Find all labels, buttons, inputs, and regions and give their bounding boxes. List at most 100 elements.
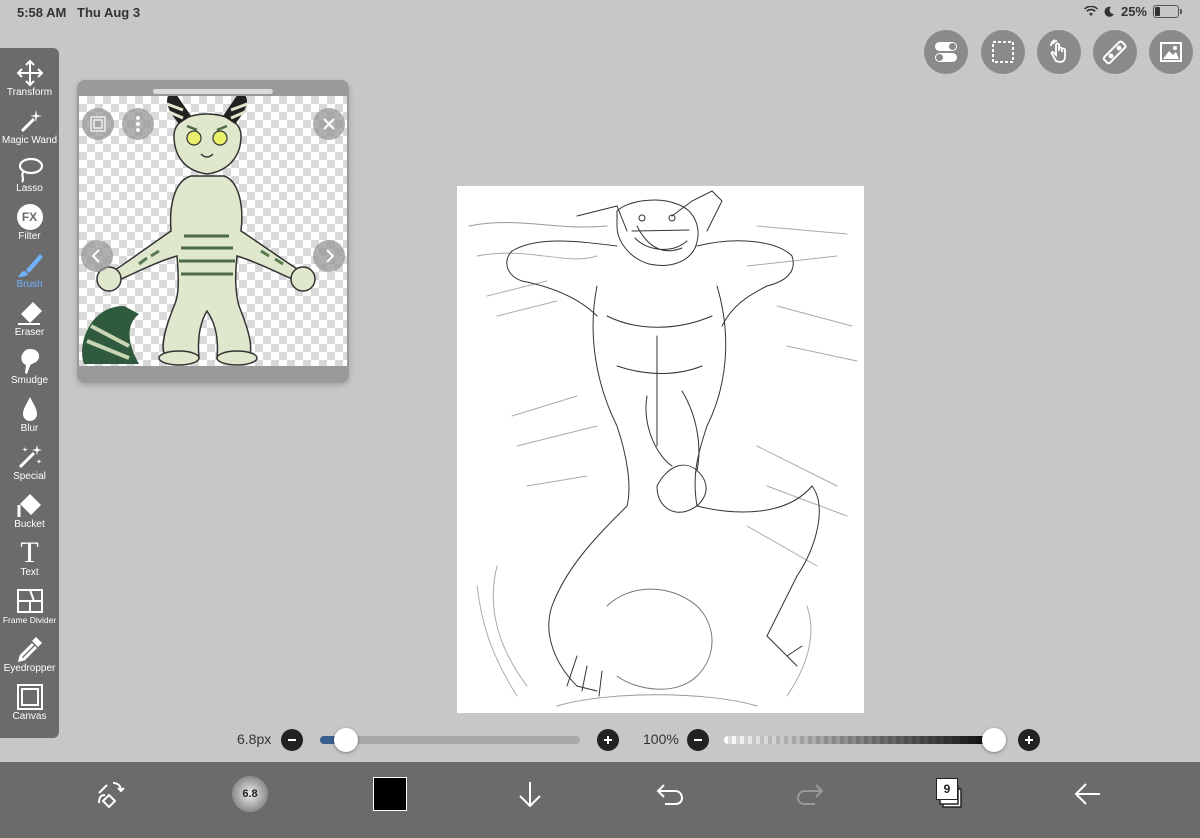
tool-lasso[interactable]: Lasso — [0, 154, 59, 202]
tool-label: Blur — [20, 423, 39, 434]
tool-special[interactable]: Special — [0, 442, 59, 490]
color-picker-button[interactable] — [368, 774, 412, 814]
bucket-icon — [15, 490, 45, 520]
reference-drag-handle[interactable] — [153, 89, 273, 94]
moon-icon — [1104, 6, 1114, 17]
tool-label: Eraser — [14, 327, 45, 338]
status-time: 5:58 AM — [17, 5, 67, 20]
text-icon: T — [20, 536, 39, 569]
tool-label: Frame Divider — [2, 615, 57, 625]
opacity-slider-thumb[interactable] — [982, 728, 1006, 752]
chevron-right-icon — [326, 249, 335, 263]
brush-size-increase-button[interactable] — [597, 729, 619, 751]
tool-frame-divider[interactable]: Frame Divider — [0, 586, 59, 634]
blur-drop-icon — [15, 394, 45, 424]
reference-prev-button[interactable] — [81, 240, 113, 272]
brush-thumbnail: 6.8 — [232, 776, 268, 812]
eraser-icon — [15, 298, 45, 328]
fx-icon: FX — [15, 202, 45, 232]
redo-icon — [796, 784, 824, 805]
tool-label: Canvas — [12, 711, 47, 722]
smudge-icon — [15, 346, 45, 376]
reference-close-button[interactable] — [313, 108, 345, 140]
canvas-icon — [15, 682, 45, 712]
color-swatch — [373, 777, 407, 811]
tool-filter[interactable]: FX Filter — [0, 202, 59, 250]
brush-icon — [15, 250, 45, 280]
tool-bucket[interactable]: Bucket — [0, 490, 59, 538]
ruler-icon — [1102, 40, 1127, 65]
magic-wand-icon — [15, 106, 45, 136]
minus-icon — [694, 739, 702, 741]
close-icon — [323, 118, 335, 130]
reference-menu-button[interactable] — [122, 108, 154, 140]
tool-label: Lasso — [16, 183, 43, 194]
brush-size-slider-thumb[interactable] — [334, 728, 358, 752]
arrow-down-icon — [519, 782, 541, 808]
reference-fit-button[interactable] — [82, 108, 114, 140]
tool-magic-wand[interactable]: Magic Wand — [0, 106, 59, 154]
tool-label: Brush — [16, 279, 43, 290]
lasso-icon — [15, 154, 45, 184]
tool-label: Eyedropper — [3, 663, 56, 674]
battery-icon — [1153, 5, 1179, 18]
tool-label: Smudge — [10, 375, 49, 386]
opacity-decrease-button[interactable] — [687, 729, 709, 751]
opacity-value: 100% — [643, 731, 679, 747]
gallery-button[interactable] — [1149, 30, 1193, 74]
bottom-toolbar: 6.8 — [0, 762, 1200, 838]
more-vertical-icon — [136, 116, 140, 132]
reference-window[interactable] — [77, 80, 349, 383]
chevron-left-icon — [91, 249, 100, 263]
minus-icon — [288, 739, 296, 741]
tool-transform[interactable]: Transform — [0, 58, 59, 106]
brush-eraser-switch-icon — [98, 782, 125, 809]
opacity-increase-button[interactable] — [1018, 729, 1040, 751]
tool-canvas[interactable]: Canvas — [0, 682, 59, 730]
plus-icon — [604, 736, 612, 744]
special-wand-icon — [15, 442, 45, 472]
opacity-track[interactable] — [724, 736, 1006, 744]
frame-divider-icon — [15, 586, 45, 616]
status-date: Thu Aug 3 — [77, 5, 141, 20]
sketch-artwork — [468, 190, 858, 707]
move-arrows-icon — [15, 58, 45, 88]
brush-size-track[interactable] — [320, 736, 580, 744]
layer-count-badge: 9 — [936, 778, 958, 800]
undo-icon — [656, 784, 684, 805]
reference-next-button[interactable] — [313, 240, 345, 272]
tool-brush[interactable]: Brush — [0, 250, 59, 298]
tool-smudge[interactable]: Smudge — [0, 346, 59, 394]
arrow-left-icon — [1074, 783, 1100, 805]
toggle-settings-button[interactable] — [924, 30, 968, 74]
brush-size-decrease-button[interactable] — [281, 729, 303, 751]
tool-label: Magic Wand — [1, 135, 58, 146]
selection-button[interactable] — [981, 30, 1025, 74]
tool-text[interactable]: T Text — [0, 538, 59, 586]
battery-percent: 25% — [1120, 4, 1147, 19]
touch-action-button[interactable] — [1037, 30, 1081, 74]
tool-label: Special — [13, 471, 46, 482]
wifi-icon — [1084, 6, 1098, 16]
status-bar: 5:58 AM Thu Aug 3 25% — [0, 0, 1200, 24]
undo-button[interactable] — [648, 774, 692, 814]
status-right: 25% — [1084, 4, 1182, 19]
tool-blur[interactable]: Blur — [0, 394, 59, 442]
plus-icon — [1025, 736, 1033, 744]
toggle-icon — [935, 42, 957, 62]
back-button[interactable] — [1066, 774, 1110, 814]
touch-hand-icon — [1050, 39, 1066, 63]
tool-label: Bucket — [14, 519, 45, 530]
quick-switch-button[interactable] — [88, 774, 132, 814]
brush-size-value: 6.8px — [237, 731, 272, 747]
selection-icon — [992, 41, 1014, 63]
brush-picker-button[interactable]: 6.8 — [228, 774, 272, 814]
gallery-icon — [1160, 42, 1182, 62]
drawing-canvas[interactable] — [457, 186, 864, 713]
tool-eraser[interactable]: Eraser — [0, 298, 59, 346]
tool-sidebar: Transform Magic Wand Lasso FX Filter Bru… — [0, 48, 59, 738]
redo-button[interactable] — [788, 774, 832, 814]
download-button[interactable] — [508, 774, 552, 814]
ruler-button[interactable] — [1093, 30, 1137, 74]
tool-eyedropper[interactable]: Eyedropper — [0, 634, 59, 682]
